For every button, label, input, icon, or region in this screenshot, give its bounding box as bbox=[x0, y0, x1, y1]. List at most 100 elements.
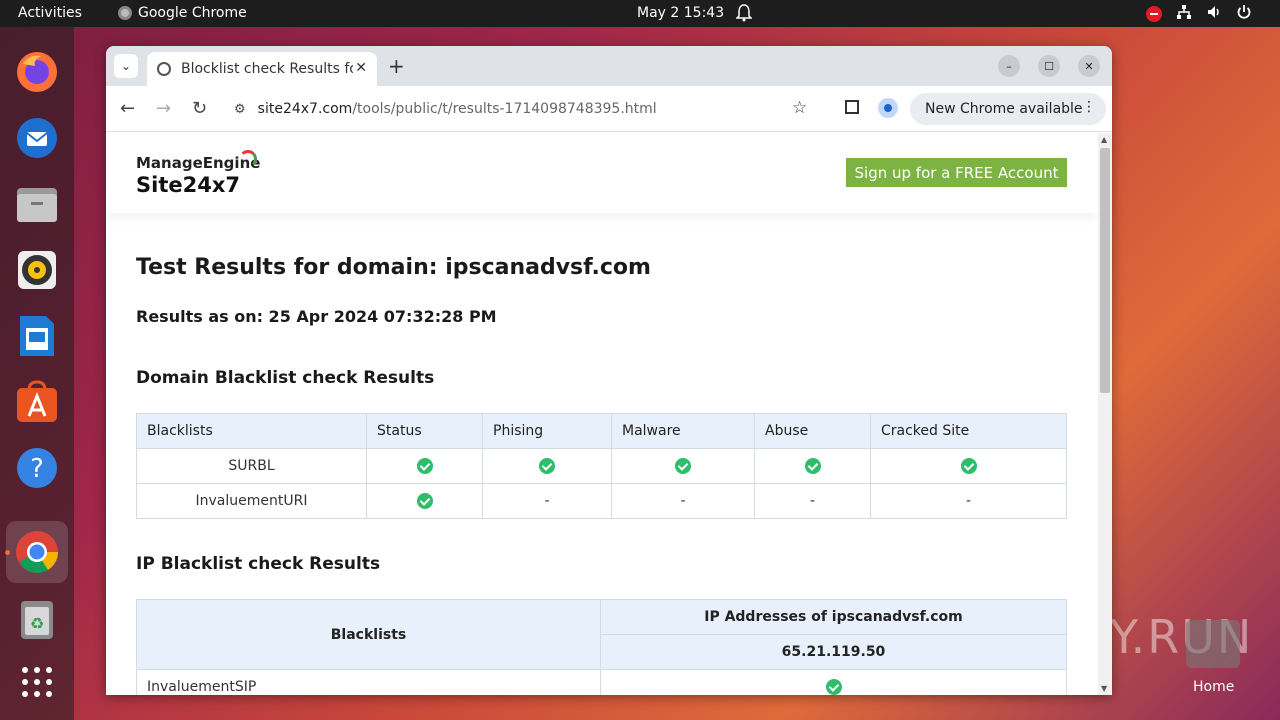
check-icon bbox=[960, 458, 977, 474]
bell-icon bbox=[735, 4, 753, 26]
brand-site24x7[interactable]: Site24x7 bbox=[136, 173, 240, 197]
toolbar: ← → ↻ ⚙ site24x7.com/tools/public/t/resu… bbox=[106, 86, 1112, 132]
col-header-ip: IP Addresses of ipscanadvsf.com bbox=[600, 599, 1067, 635]
blacklist-name: SURBL bbox=[136, 448, 367, 484]
app-menu[interactable]: Google Chrome bbox=[118, 5, 247, 21]
close-window-button[interactable]: ✕ bbox=[1078, 55, 1100, 77]
side-panel-icon[interactable] bbox=[845, 100, 859, 114]
top-bar: Activities Google Chrome May 2 15:43 bbox=[0, 0, 1280, 27]
check-icon bbox=[675, 458, 691, 474]
show-apps-icon[interactable] bbox=[10, 655, 64, 709]
browser-window: ⌄ Blocklist check Results for ipscanadvs… bbox=[106, 46, 1112, 695]
blacklist-name: InvaluementURI bbox=[136, 483, 367, 519]
url-path: /tools/public/t/results-1714098748395.ht… bbox=[352, 101, 657, 117]
cracked-cell bbox=[870, 448, 1067, 484]
ip-section-title: IP Blacklist check Results bbox=[136, 554, 381, 574]
app-name: Google Chrome bbox=[138, 5, 247, 21]
system-tray[interactable] bbox=[1146, 4, 1252, 24]
close-tab-icon[interactable]: ✕ bbox=[355, 60, 367, 76]
page-content: ManageEngine Site24x7 Sign up for a FREE… bbox=[106, 133, 1098, 695]
chrome-dock-icon[interactable] bbox=[6, 521, 68, 583]
page-scrollbar[interactable]: ▲ ▼ bbox=[1098, 133, 1112, 695]
domain-blacklist-table: Blacklists Status Phising Malware Abuse … bbox=[136, 413, 1067, 519]
table-header-row: Blacklists IP Addresses of ipscanadvsf.c… bbox=[136, 599, 1067, 670]
check-icon bbox=[539, 458, 555, 474]
ip-status-cell bbox=[600, 669, 1067, 695]
malware-cell: - bbox=[611, 483, 755, 519]
tab-title: Blocklist check Results for ipscanadvsf.… bbox=[181, 61, 353, 77]
phising-cell: - bbox=[482, 483, 612, 519]
table-row: InvaluementSIP bbox=[136, 669, 1067, 695]
col-header: Phising bbox=[482, 413, 612, 449]
files-icon[interactable] bbox=[10, 177, 64, 231]
col-header: Status bbox=[366, 413, 483, 449]
cracked-cell: - bbox=[870, 483, 1067, 519]
check-icon bbox=[804, 458, 821, 474]
table-header-row: Blacklists Status Phising Malware Abuse … bbox=[136, 413, 1067, 449]
svg-text:?: ? bbox=[30, 454, 44, 484]
col-header: Blacklists bbox=[136, 413, 367, 449]
abuse-cell: - bbox=[754, 483, 871, 519]
site-header: ManageEngine Site24x7 Sign up for a FREE… bbox=[106, 133, 1098, 213]
ip-address: 65.21.119.50 bbox=[600, 634, 1067, 670]
dock: ? ♻ bbox=[0, 27, 74, 720]
col-header: Abuse bbox=[754, 413, 871, 449]
address-bar[interactable]: ⚙ site24x7.com/tools/public/t/results-17… bbox=[224, 92, 824, 126]
site-info-icon[interactable]: ⚙ bbox=[234, 102, 246, 117]
do-not-disturb-icon bbox=[1146, 6, 1162, 22]
page-title: Test Results for domain: ipscanadvsf.com bbox=[136, 255, 651, 280]
col-header: Cracked Site bbox=[870, 413, 1067, 449]
menu-kebab-icon[interactable]: ⋮ bbox=[1082, 99, 1096, 115]
check-icon bbox=[416, 458, 433, 474]
scrollbar-thumb[interactable] bbox=[1100, 148, 1110, 393]
results-timestamp: Results as on: 25 Apr 2024 07:32:28 PM bbox=[136, 307, 497, 326]
tab-search-button[interactable]: ⌄ bbox=[114, 54, 138, 78]
writer-icon[interactable] bbox=[10, 309, 64, 363]
table-row: SURBL bbox=[136, 448, 1067, 484]
network-icon bbox=[1176, 4, 1192, 24]
bookmark-star-icon[interactable]: ☆ bbox=[792, 98, 807, 118]
signup-button[interactable]: Sign up for a FREE Account bbox=[846, 158, 1067, 187]
check-icon bbox=[825, 679, 842, 695]
url-host: site24x7.com bbox=[257, 101, 353, 117]
svg-text:♻: ♻ bbox=[30, 614, 44, 633]
scroll-down-icon[interactable]: ▼ bbox=[1101, 684, 1107, 693]
minimize-button[interactable]: – bbox=[998, 55, 1020, 77]
check-icon bbox=[416, 493, 433, 509]
table-row: InvaluementURI - - - - bbox=[136, 483, 1067, 519]
globe-icon bbox=[157, 62, 171, 76]
software-icon[interactable] bbox=[10, 375, 64, 429]
domain-section-title: Domain Blacklist check Results bbox=[136, 368, 435, 388]
chrome-icon bbox=[118, 6, 132, 20]
help-icon[interactable]: ? bbox=[10, 441, 64, 495]
clock[interactable]: May 2 15:43 bbox=[637, 5, 724, 21]
blacklist-name: InvaluementSIP bbox=[136, 669, 601, 695]
power-icon bbox=[1236, 4, 1252, 24]
logo-arc-icon bbox=[239, 150, 257, 168]
new-tab-button[interactable]: + bbox=[388, 54, 405, 78]
firefox-icon[interactable] bbox=[10, 45, 64, 99]
update-label: New Chrome available bbox=[925, 101, 1083, 117]
malware-cell bbox=[611, 448, 755, 484]
home-label: Home bbox=[1193, 679, 1235, 695]
col-header-blacklists: Blacklists bbox=[136, 599, 601, 670]
phising-cell bbox=[482, 448, 612, 484]
back-icon[interactable]: ← bbox=[120, 98, 135, 119]
tab-strip: ⌄ Blocklist check Results for ipscanadvs… bbox=[106, 46, 1112, 86]
col-header: Malware bbox=[611, 413, 755, 449]
abuse-cell bbox=[754, 448, 871, 484]
tab-active[interactable]: Blocklist check Results for ipscanadvsf.… bbox=[147, 52, 377, 86]
rhythmbox-icon[interactable] bbox=[10, 243, 64, 297]
reload-icon[interactable]: ↻ bbox=[192, 98, 207, 119]
update-button[interactable]: New Chrome available ⋮ bbox=[910, 93, 1106, 125]
activities-button[interactable]: Activities bbox=[18, 5, 82, 21]
scroll-up-icon[interactable]: ▲ bbox=[1101, 135, 1107, 144]
trash-icon[interactable]: ♻ bbox=[10, 592, 64, 646]
ip-blacklist-table: Blacklists IP Addresses of ipscanadvsf.c… bbox=[136, 599, 1067, 695]
thunderbird-icon[interactable] bbox=[10, 111, 64, 165]
forward-icon[interactable]: → bbox=[156, 98, 171, 119]
profile-icon[interactable] bbox=[878, 98, 898, 118]
maximize-button[interactable]: ☐ bbox=[1038, 55, 1060, 77]
status-cell bbox=[366, 483, 483, 519]
home-folder-icon[interactable] bbox=[1186, 620, 1240, 668]
